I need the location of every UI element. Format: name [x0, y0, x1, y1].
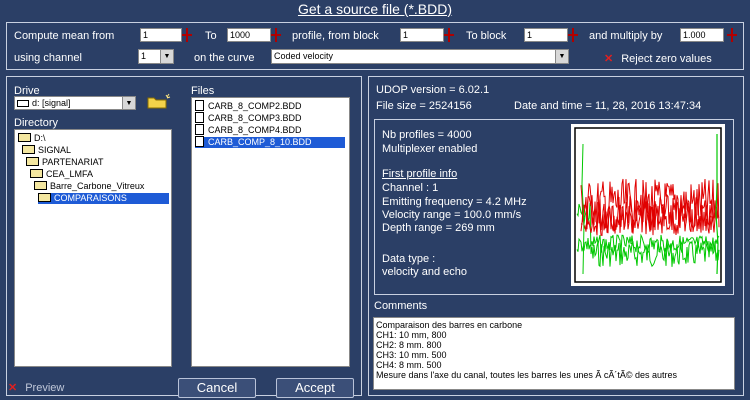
emitting-frequency: Emitting frequency = 4.2 MHz: [382, 196, 527, 208]
dialog-title: Get a source file (*.BDD): [297, 1, 453, 17]
folder-open-icon: [34, 181, 47, 191]
date-and-time: Date and time = 11, 28, 2016 13:47:34: [514, 100, 702, 112]
accept-button[interactable]: Accept: [276, 378, 354, 398]
cancel-button[interactable]: Cancel: [178, 378, 256, 398]
comment-line: CH3: 10 mm. 500: [376, 350, 447, 360]
x-mark-icon: ✕: [604, 53, 614, 65]
drive-select-value: d: [signal]: [32, 98, 71, 108]
chevron-down-icon[interactable]: ▼: [122, 97, 135, 109]
channel-select-value: 1: [141, 51, 147, 61]
file-icon: [195, 124, 204, 136]
directory-label: Directory: [14, 117, 59, 129]
udop-version: UDOP version = 6.02.1: [376, 84, 490, 96]
from-profile-input[interactable]: 1: [140, 28, 182, 42]
directory-item[interactable]: D:\: [18, 133, 46, 144]
file-icon: [195, 136, 204, 148]
depth-range: Depth range = 269 mm: [382, 222, 495, 234]
to-block-spinner[interactable]: [568, 28, 578, 42]
comments-textarea[interactable]: Comparaison des barres en carbone CH1: 1…: [373, 317, 735, 390]
data-type-value: velocity and echo: [382, 266, 467, 278]
from-block-input[interactable]: 1: [400, 28, 444, 42]
to-block-input[interactable]: 1: [524, 28, 568, 42]
curve-select-value: Coded velocity: [274, 51, 334, 61]
data-type-label: Data type :: [382, 253, 436, 265]
folder-open-icon: [22, 145, 35, 155]
file-item[interactable]: CARB_8_COMP3.BDD: [195, 112, 302, 124]
file-item-selected[interactable]: CARB_COMP_8_10.BDD: [195, 136, 345, 148]
to-block-label: To block: [466, 30, 507, 42]
multiply-by-spinner[interactable]: [727, 28, 737, 42]
folder-open-icon: [26, 157, 39, 167]
compute-mean-label: Compute mean from: [14, 30, 115, 42]
directory-item-selected[interactable]: COMPARAISONS: [38, 193, 169, 204]
using-channel-label: using channel: [14, 52, 82, 64]
profile-preview-plot: [571, 124, 725, 286]
directory-item[interactable]: Barre_Carbone_Vitreux: [34, 181, 144, 192]
reject-zero-label: Reject zero values: [621, 53, 712, 65]
preview-toggle[interactable]: ✕ Preview: [8, 381, 64, 394]
comment-line: CH2: 8 mm. 800: [376, 340, 442, 350]
file-item[interactable]: CARB_8_COMP4.BDD: [195, 124, 302, 136]
multiplexer-status: Multiplexer enabled: [382, 143, 478, 155]
comment-line: CH4: 8 mm. 500: [376, 360, 442, 370]
x-mark-icon: ✕: [8, 382, 18, 394]
directory-item[interactable]: SIGNAL: [22, 145, 71, 156]
comment-line: CH1: 10 mm, 800: [376, 330, 447, 340]
channel-info: Channel : 1: [382, 182, 439, 194]
first-profile-heading: First profile info: [382, 168, 458, 180]
preview-label: Preview: [25, 382, 65, 394]
directory-item[interactable]: CEA_LMFA: [30, 169, 93, 180]
from-profile-spinner[interactable]: [182, 28, 192, 42]
comment-line: Mesure dans l'axe du canal, toutes les b…: [376, 370, 678, 380]
chevron-down-icon[interactable]: ▼: [160, 50, 173, 63]
directory-tree[interactable]: D:\ SIGNAL PARTENARIAT CEA_LMFA Barre_Ca…: [14, 129, 172, 367]
files-list[interactable]: CARB_8_COMP2.BDD CARB_8_COMP3.BDD CARB_8…: [191, 97, 350, 367]
channel-select[interactable]: 1 ▼: [138, 49, 174, 64]
profile-preview-svg: [574, 127, 722, 283]
profile-from-block-label: profile, from block: [292, 30, 379, 42]
folder-open-icon: [38, 193, 51, 203]
to-profile-spinner[interactable]: [271, 28, 281, 42]
folder-open-icon: [18, 133, 31, 143]
file-item[interactable]: CARB_8_COMP2.BDD: [195, 100, 302, 112]
file-icon: [195, 112, 204, 124]
on-the-curve-label: on the curve: [194, 52, 255, 64]
curve-select[interactable]: Coded velocity ▼: [271, 49, 569, 64]
comment-line: Comparaison des barres en carbone: [376, 320, 523, 330]
chevron-down-icon[interactable]: ▼: [555, 50, 568, 63]
new-folder-icon[interactable]: [146, 93, 172, 109]
folder-open-icon: [30, 169, 43, 179]
multiply-by-label: and multiply by: [589, 30, 663, 42]
directory-item[interactable]: PARTENARIAT: [26, 157, 104, 168]
velocity-range: Velocity range = 100.0 mm/s: [382, 209, 522, 221]
file-size: File size = 2524156: [376, 100, 472, 112]
multiply-by-input[interactable]: 1.000: [680, 28, 724, 42]
reject-zero-checkbox[interactable]: ✕ Reject zero values: [604, 52, 712, 65]
to-profile-input[interactable]: 1000: [227, 28, 271, 42]
nb-profiles: Nb profiles = 4000: [382, 129, 472, 141]
file-icon: [195, 100, 204, 112]
hard-drive-icon: [17, 100, 29, 108]
comments-label: Comments: [374, 300, 428, 312]
drive-select[interactable]: d: [signal] ▼: [14, 96, 136, 110]
from-block-spinner[interactable]: [444, 28, 454, 42]
to-label: To: [205, 30, 217, 42]
files-label: Files: [191, 85, 215, 97]
